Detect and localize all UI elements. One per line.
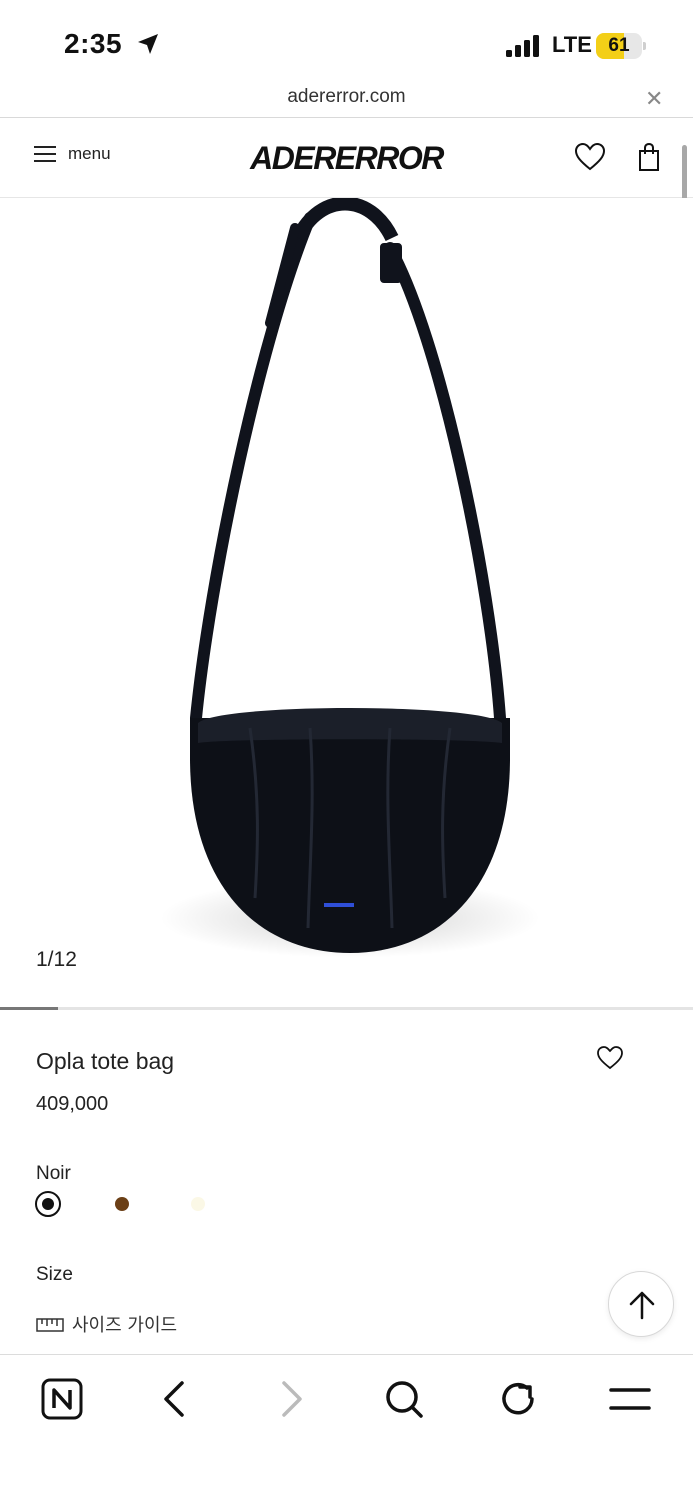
heart-icon[interactable] <box>574 142 606 172</box>
battery-level: 61 <box>608 35 630 56</box>
color-swatch-noir[interactable] <box>35 1191 61 1217</box>
location-arrow-icon <box>138 34 158 54</box>
scroll-to-top-button[interactable] <box>608 1271 674 1337</box>
naver-n-icon[interactable] <box>40 1377 84 1421</box>
shopping-bag-icon[interactable] <box>636 142 662 172</box>
color-label: Noir <box>36 1163 71 1184</box>
close-icon[interactable]: ✕ <box>645 86 663 112</box>
arrow-up-icon <box>629 1291 655 1320</box>
bag-image <box>160 198 540 958</box>
product-image[interactable]: 1/12 <box>0 198 693 1006</box>
size-guide-link[interactable]: 사이즈 가이드 <box>36 1311 177 1337</box>
refresh-icon[interactable] <box>496 1377 540 1421</box>
status-bar: 2:35 LTE 61 <box>0 0 693 80</box>
status-time: 2:35 <box>64 28 123 59</box>
color-swatch-brown[interactable] <box>109 1191 135 1217</box>
size-label: Size <box>36 1264 73 1285</box>
product-title: Opla tote bag <box>36 1048 175 1074</box>
gallery-progress-fill <box>0 1007 58 1010</box>
browser-toolbar <box>0 1354 693 1500</box>
site-header: menu ADERERROR <box>0 118 693 198</box>
forward-icon[interactable] <box>268 1377 312 1421</box>
product-price: 409,000 <box>36 1093 109 1115</box>
menu-icon[interactable] <box>608 1377 652 1421</box>
url-bar[interactable]: adererror.com ✕ <box>0 80 693 118</box>
image-counter: 1/12 <box>36 948 77 971</box>
color-swatch-ivory[interactable] <box>185 1191 211 1217</box>
search-icon[interactable] <box>382 1377 426 1421</box>
cellular-signal-icon <box>506 35 539 57</box>
size-guide-label: 사이즈 가이드 <box>72 1315 178 1336</box>
network-type: LTE <box>552 32 592 57</box>
back-icon[interactable] <box>154 1377 198 1421</box>
url-text[interactable]: adererror.com <box>0 86 693 108</box>
battery-icon: 61 <box>596 33 646 59</box>
heart-icon[interactable] <box>596 1045 624 1071</box>
ruler-icon <box>36 1318 64 1332</box>
gallery-progress <box>0 1007 693 1010</box>
